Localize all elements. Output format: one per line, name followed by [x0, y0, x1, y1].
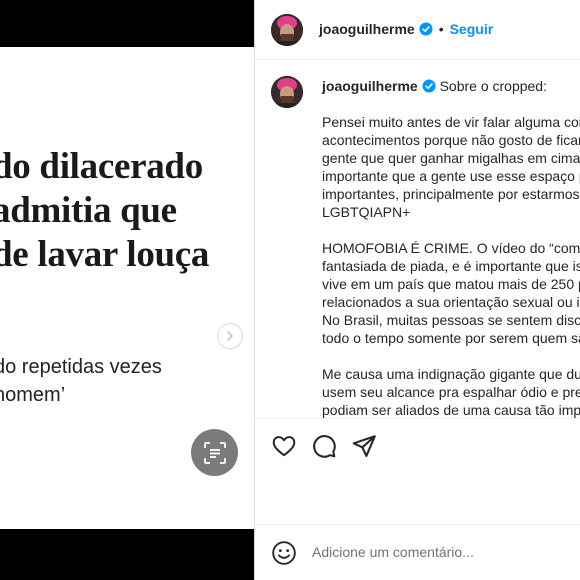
caption-paragraph: HOMOFOBIA É CRIME. O vídeo do “comediant… — [322, 239, 580, 347]
caption-line: HOMOFOBIA É CRIME. O vídeo do “comediant… — [322, 240, 580, 256]
next-image-button[interactable] — [217, 323, 243, 349]
avatar-image — [271, 14, 303, 46]
caption-username[interactable]: joaoguilherme — [322, 78, 418, 94]
caption-line: LGBTQIAPN+ — [322, 204, 411, 220]
add-comment-bar: Adicione um comentário... — [255, 524, 580, 580]
subline-line: homem’ — [0, 384, 66, 406]
caption-paragraph: Pensei muito antes de vir falar alguma c… — [322, 113, 580, 221]
caption-line: Pensei muito antes de vir falar alguma c… — [322, 114, 580, 130]
caption-line: acontecimentos porque não gosto de ficar… — [322, 132, 580, 148]
headline-line: de lavar louça — [0, 234, 210, 275]
caption-line: importantes, principalmente por estarmos… — [322, 186, 580, 202]
emoji-icon[interactable] — [271, 540, 297, 566]
caption-line: vive em um país que matou mais de 250 pe… — [322, 276, 580, 292]
verified-badge-icon — [422, 79, 436, 93]
comment-icon[interactable] — [311, 433, 337, 459]
post-image: do dilacerado admitia que de lavar louça… — [0, 47, 254, 529]
caption-title: Sobre o cropped: — [439, 78, 547, 94]
comment-input[interactable]: Adicione um comentário... — [312, 544, 474, 560]
caption-line: fantasiada de piada, e é importante que … — [322, 258, 580, 274]
image-subline: do repetidas vezes homem’ — [0, 353, 254, 409]
caption-line: usem seu alcance pra espalhar ódio e pre… — [322, 384, 580, 400]
header-user-info: joaoguilherme • Seguir — [319, 21, 493, 39]
caption-area[interactable]: joaoguilherme Sobre o cropped: Pensei mu… — [255, 60, 580, 418]
avatar[interactable] — [271, 14, 303, 46]
post-side-panel: joaoguilherme • Seguir joaoguilherme Sobr… — [254, 0, 580, 580]
caption-line: No Brasil, muitas pessoas se sentem disc… — [322, 312, 580, 328]
verified-badge-icon — [419, 22, 433, 36]
caption-header: joaoguilherme Sobre o cropped: — [322, 78, 547, 94]
post-header: joaoguilherme • Seguir — [255, 0, 580, 60]
caption-avatar[interactable] — [271, 76, 303, 108]
caption-line: importante que a gente use esse espaço p… — [322, 168, 580, 184]
caption-line: podiam ser aliados de uma causa tão impo… — [322, 402, 580, 418]
follow-button[interactable]: Seguir — [450, 21, 494, 37]
image-headline: do dilacerado admitia que de lavar louça — [0, 145, 254, 277]
heart-icon[interactable] — [271, 433, 297, 459]
caption-line: gente que quer ganhar migalhas em cima d… — [322, 150, 580, 166]
headline-line: admitia que — [0, 190, 177, 231]
headline-line: do dilacerado — [0, 146, 203, 187]
subline-line: do repetidas vezes — [0, 356, 162, 378]
caption-line: Me causa uma indignação gigante que duas… — [322, 366, 580, 382]
text-scan-button[interactable] — [191, 429, 238, 476]
chevron-right-icon — [227, 331, 233, 341]
caption-line: relacionados a sua orientação sexual ou … — [322, 294, 580, 310]
username-link[interactable]: joaoguilherme — [319, 21, 415, 37]
caption-body: Pensei muito antes de vir falar alguma c… — [322, 113, 580, 418]
separator-dot: • — [438, 21, 444, 37]
avatar-image — [271, 76, 303, 108]
share-icon[interactable] — [351, 433, 377, 459]
text-scan-icon — [203, 441, 226, 464]
caption-paragraph: Me causa uma indignação gigante que duas… — [322, 365, 580, 418]
caption-line: todo o tempo somente por serem quem são. — [322, 330, 580, 346]
post-actions — [255, 418, 580, 524]
